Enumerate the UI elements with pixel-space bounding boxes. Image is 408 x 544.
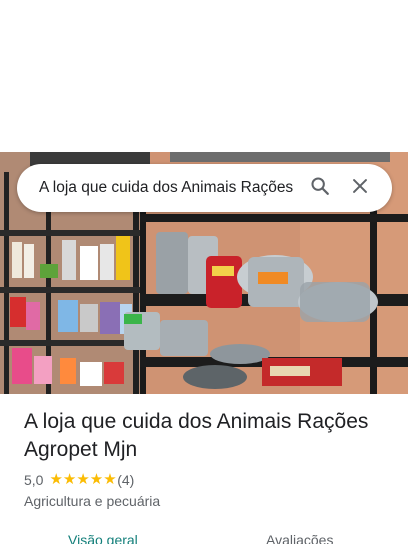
place-panel: A loja que cuida dos Animais Rações A lo…	[0, 0, 408, 544]
search-icon	[309, 175, 331, 202]
star-rating-icon: ★★★★★	[49, 471, 117, 488]
rating-value: 5,0	[24, 472, 44, 488]
tab-reviews[interactable]: Avaliações	[266, 532, 333, 544]
place-title: A loja que cuida dos Animais Rações Agro…	[24, 410, 369, 461]
place-category[interactable]: Agricultura e pecuária	[24, 493, 160, 509]
close-icon	[349, 175, 371, 202]
tab-overview[interactable]: Visão geral	[68, 532, 138, 544]
search-bar[interactable]: A loja que cuida dos Animais Rações	[17, 164, 392, 212]
review-count[interactable]: (4)	[117, 472, 134, 488]
rating-row[interactable]: 5,0 ★★★★★ (4)	[24, 471, 134, 489]
search-button[interactable]	[300, 168, 340, 208]
close-button[interactable]	[340, 168, 380, 208]
search-query[interactable]: A loja que cuida dos Animais Rações	[39, 179, 300, 197]
